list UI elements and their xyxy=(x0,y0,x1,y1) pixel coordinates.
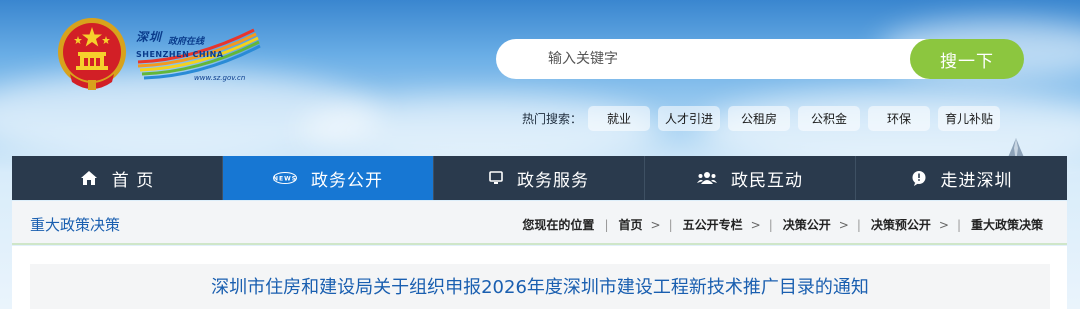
breadcrumb-link-home[interactable]: 首页 xyxy=(618,216,642,233)
breadcrumb: 您现在的位置 | 首页 > | 五公开专栏 > | 决策公开 > | 决策预公开… xyxy=(522,216,1043,233)
breadcrumb-divider: | xyxy=(956,217,961,232)
breadcrumb-link-five-public[interactable]: 五公开专栏 xyxy=(683,216,743,233)
breadcrumb-divider: | xyxy=(856,217,861,232)
svg-text:NEWS: NEWS xyxy=(273,176,297,183)
monitor-icon xyxy=(489,171,503,185)
site-logo[interactable]: 深圳 政府在线 SHENZHEN CHINA www.sz.gov.cn xyxy=(134,26,264,86)
logo-url: www.sz.gov.cn xyxy=(194,74,246,82)
national-emblem-icon xyxy=(58,18,126,90)
breadcrumb-divider: | xyxy=(768,217,773,232)
hot-tag-rencai[interactable]: 人才引进 xyxy=(658,105,721,131)
nav-item-label: 政务服务 xyxy=(517,170,589,191)
hot-tag-huanbao[interactable]: 环保 xyxy=(868,105,931,131)
hot-tag-jiuye[interactable]: 就业 xyxy=(588,105,651,131)
breadcrumb-link-major-policy[interactable]: 重大政策决策 xyxy=(971,216,1043,233)
main-nav: 首 页 NEWS 政务公开 政务服务 政民互动 走进深圳 xyxy=(12,156,1067,200)
article-title-box: 深圳市住房和建设局关于组织申报2026年度深圳市建设工程新技术推广目录的通知 xyxy=(30,264,1050,309)
hot-search-label: 热门搜索： xyxy=(522,111,583,126)
breadcrumb-prefix: 您现在的位置 xyxy=(522,218,595,232)
breadcrumb-bar: 重大政策决策 您现在的位置 | 首页 > | 五公开专栏 > | 决策公开 > … xyxy=(12,201,1067,245)
people-icon xyxy=(697,171,717,185)
breadcrumb-separator: > xyxy=(750,217,761,232)
nav-item-about-shenzhen[interactable]: 走进深圳 xyxy=(856,156,1067,200)
nav-item-gov-services[interactable]: 政务服务 xyxy=(434,156,645,200)
home-icon xyxy=(80,170,98,186)
hot-tag-gongzufang[interactable]: 公租房 xyxy=(728,105,791,131)
hot-tag-gongjijin[interactable]: 公积金 xyxy=(798,105,861,131)
search-button[interactable]: 搜一下 xyxy=(910,39,1024,79)
breadcrumb-separator: > xyxy=(938,217,949,232)
hot-search-bar: 热门搜索： 就业 人才引进 公租房 公积金 环保 育儿补贴 xyxy=(522,105,1008,131)
breadcrumb-divider: | xyxy=(604,217,609,232)
breadcrumb-link-pre-public[interactable]: 决策预公开 xyxy=(871,216,931,233)
section-title: 重大政策决策 xyxy=(30,216,121,234)
search-bar: 搜一下 xyxy=(496,39,1024,79)
breadcrumb-divider: | xyxy=(668,217,673,232)
chat-icon xyxy=(911,170,927,186)
nav-item-interaction[interactable]: 政民互动 xyxy=(645,156,856,200)
news-icon: NEWS xyxy=(273,172,297,184)
nav-item-home[interactable]: 首 页 xyxy=(12,156,223,200)
nav-item-label: 政民互动 xyxy=(731,170,803,191)
breadcrumb-link-decision-public[interactable]: 决策公开 xyxy=(783,216,831,233)
logo-name-en: SHENZHEN CHINA xyxy=(136,50,224,59)
article-title: 深圳市住房和建设局关于组织申报2026年度深圳市建设工程新技术推广目录的通知 xyxy=(211,277,869,298)
breadcrumb-separator: > xyxy=(650,217,661,232)
hot-tag-yuer[interactable]: 育儿补贴 xyxy=(938,105,1001,131)
nav-item-label: 走进深圳 xyxy=(940,170,1013,191)
search-input[interactable] xyxy=(496,39,936,79)
content-area: 深圳市住房和建设局关于组织申报2026年度深圳市建设工程新技术推广目录的通知 xyxy=(12,246,1067,309)
breadcrumb-separator: > xyxy=(838,217,849,232)
nav-item-gov-affairs[interactable]: NEWS 政务公开 xyxy=(223,156,434,200)
nav-item-label: 政务公开 xyxy=(311,170,383,191)
nav-item-label: 首 页 xyxy=(111,170,155,191)
